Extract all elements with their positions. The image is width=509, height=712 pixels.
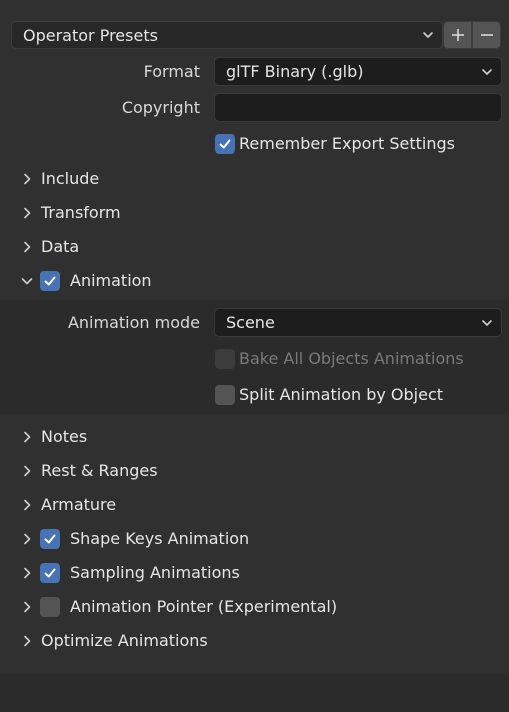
chevron-down-icon [423, 32, 433, 38]
chevron-right-icon [24, 173, 31, 185]
section-animation[interactable]: Animation [0, 264, 509, 298]
section-transform-label: Transform [41, 203, 121, 222]
section-data[interactable]: Data [0, 230, 509, 264]
chevron-right-icon [24, 567, 31, 579]
add-preset-button[interactable] [443, 21, 472, 49]
bake-animations-label: Bake All Objects Animations [239, 349, 464, 368]
remember-settings-label: Remember Export Settings [239, 134, 456, 153]
sampling-animations-checkbox[interactable] [40, 563, 60, 583]
format-label: Format [143, 62, 200, 81]
section-sampling-label: Sampling Animations [70, 563, 240, 582]
copyright-label: Copyright [121, 98, 200, 117]
remove-preset-button[interactable] [472, 21, 501, 49]
chevron-right-icon [24, 499, 31, 511]
section-rest-ranges-label: Rest & Ranges [41, 461, 158, 480]
animation-mode-value: Scene [226, 313, 275, 332]
plus-icon [451, 29, 464, 41]
animation-pointer-checkbox[interactable] [40, 597, 60, 617]
animation-mode-label: Animation mode [67, 313, 200, 332]
minus-icon [480, 34, 493, 36]
split-animation-label: Split Animation by Object [239, 385, 444, 404]
section-animation-pointer-label: Animation Pointer (Experimental) [70, 597, 338, 616]
copyright-input[interactable] [214, 93, 502, 122]
chevron-right-icon [24, 207, 31, 219]
section-optimize-animations[interactable]: Optimize Animations [0, 624, 509, 658]
chevron-down-icon [482, 68, 492, 75]
section-rest-ranges[interactable]: Rest & Ranges [0, 454, 509, 488]
section-shape-keys-label: Shape Keys Animation [70, 529, 250, 548]
section-notes-label: Notes [41, 427, 88, 446]
operator-presets-dropdown[interactable]: Operator Presets [11, 21, 443, 49]
chevron-right-icon [24, 465, 31, 477]
split-animation-checkbox[interactable] [215, 385, 235, 405]
format-dropdown[interactable]: glTF Binary (.glb) [214, 57, 502, 86]
operator-presets-label: Operator Presets [23, 25, 158, 45]
section-animation-label: Animation [70, 271, 152, 290]
section-transform[interactable]: Transform [0, 196, 509, 230]
section-include-label: Include [41, 169, 100, 188]
chevron-down-icon [21, 278, 33, 285]
checkmark-icon [44, 568, 56, 578]
animation-checkbox[interactable] [40, 271, 60, 291]
chevron-right-icon [24, 601, 31, 613]
section-optimize-label: Optimize Animations [41, 631, 208, 650]
bake-animations-checkbox[interactable] [215, 349, 235, 369]
checkmark-icon [44, 534, 56, 544]
shape-keys-animation-checkbox[interactable] [40, 529, 60, 549]
section-armature-label: Armature [41, 495, 117, 514]
section-include[interactable]: Include [0, 162, 509, 196]
section-data-label: Data [41, 237, 80, 256]
chevron-right-icon [24, 635, 31, 647]
format-value: glTF Binary (.glb) [226, 62, 364, 81]
section-shape-keys-animation[interactable]: Shape Keys Animation [0, 522, 509, 556]
remember-settings-checkbox[interactable] [215, 134, 235, 154]
chevron-down-icon [482, 319, 492, 326]
section-notes[interactable]: Notes [0, 420, 509, 454]
checkmark-icon [219, 139, 231, 149]
section-sampling-animations[interactable]: Sampling Animations [0, 556, 509, 590]
checkmark-icon [44, 276, 56, 286]
chevron-right-icon [24, 431, 31, 443]
section-animation-pointer[interactable]: Animation Pointer (Experimental) [0, 590, 509, 624]
section-armature[interactable]: Armature [0, 488, 509, 522]
animation-mode-dropdown[interactable]: Scene [214, 308, 502, 337]
chevron-right-icon [24, 533, 31, 545]
chevron-right-icon [24, 241, 31, 253]
